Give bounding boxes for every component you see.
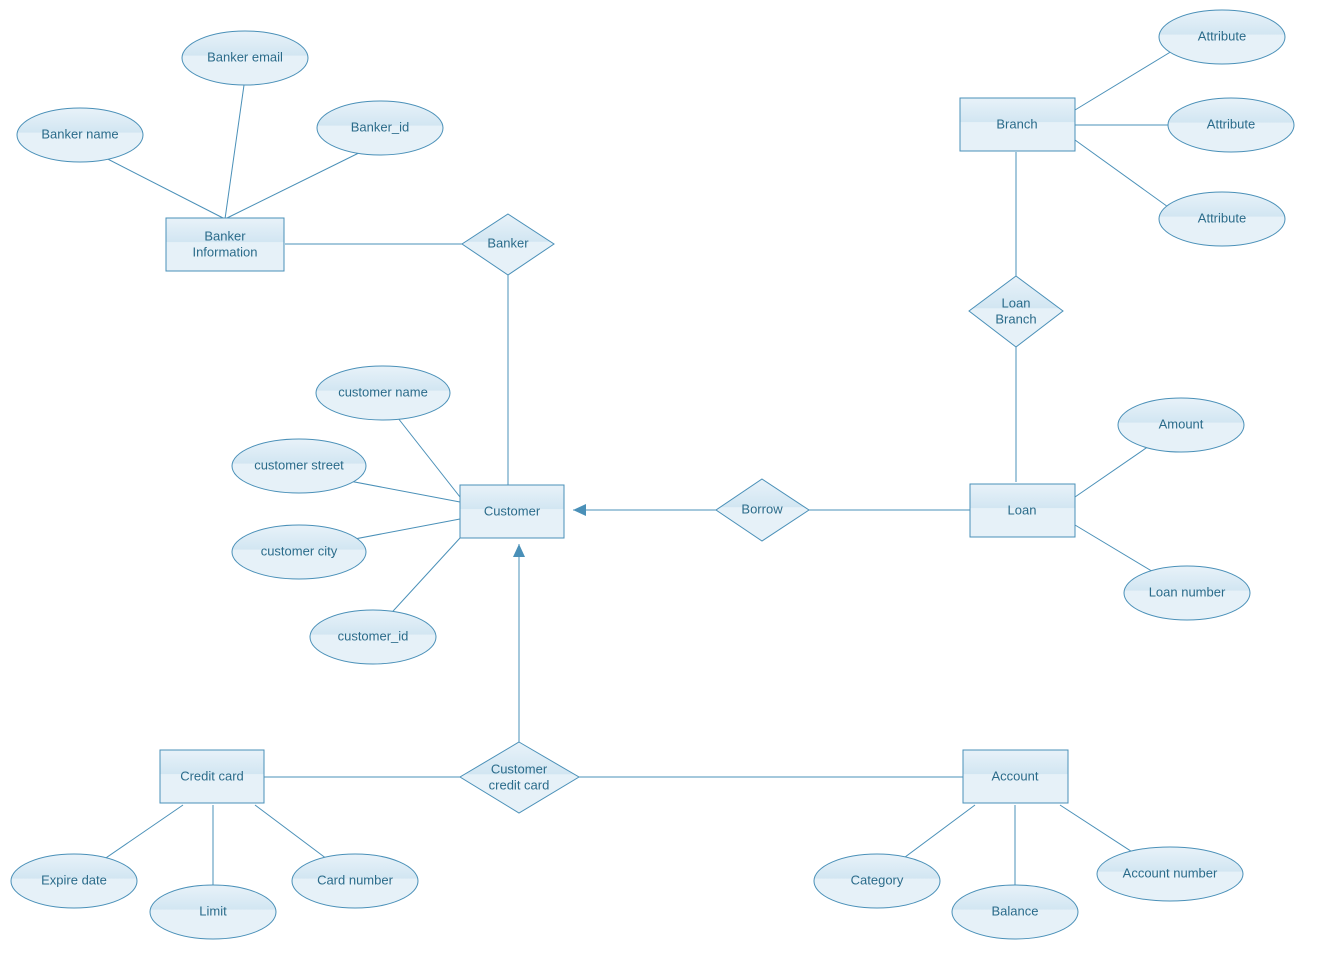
entity-credit-card: Credit card: [160, 750, 264, 803]
attribute-balance: Balance: [952, 885, 1078, 939]
attribute-branch-3: Attribute: [1159, 192, 1285, 246]
attribute-label: Expire date: [41, 872, 107, 887]
relationship-borrow: Borrow: [716, 479, 809, 541]
entity-label: Credit card: [180, 768, 244, 783]
attribute-label: Category: [851, 872, 904, 887]
relationship-label: Loan: [1002, 295, 1031, 310]
entity-branch: Branch: [960, 98, 1075, 151]
entity-label: Banker: [204, 228, 246, 243]
attribute-amount: Amount: [1118, 398, 1244, 452]
attribute-label: Attribute: [1207, 116, 1255, 131]
attribute-banker-name: Banker name: [17, 108, 143, 162]
entity-account: Account: [963, 750, 1068, 803]
attribute-label: Attribute: [1198, 28, 1246, 43]
entity-loan: Loan: [970, 484, 1075, 537]
relationship-customer-credit-card: Customer credit card: [460, 742, 579, 813]
attribute-banker-email: Banker email: [182, 31, 308, 85]
attribute-label: Balance: [992, 903, 1039, 918]
entity-label: Branch: [996, 116, 1037, 131]
relationship-label: Customer: [491, 761, 548, 776]
attribute-label: customer city: [261, 543, 338, 558]
attribute-customer-city: customer city: [232, 525, 366, 579]
attribute-label: Attribute: [1198, 210, 1246, 225]
attribute-label: Banker name: [41, 126, 118, 141]
attribute-card-number: Card number: [292, 854, 418, 908]
attribute-customer-id: customer_id: [310, 610, 436, 664]
attribute-label: customer street: [254, 457, 344, 472]
entity-banker-information: Banker Information: [166, 218, 284, 271]
attribute-label: Card number: [317, 872, 394, 887]
attribute-label: Banker email: [207, 49, 283, 64]
attribute-loan-number: Loan number: [1124, 566, 1250, 620]
er-diagram: Banker Information Customer Credit card …: [0, 0, 1333, 957]
entity-label: Customer: [484, 503, 541, 518]
attribute-label: Banker_id: [351, 119, 410, 134]
attribute-label: Loan number: [1149, 584, 1226, 599]
attribute-account-number: Account number: [1097, 847, 1243, 901]
attribute-customer-street: customer street: [232, 439, 366, 493]
attribute-expire-date: Expire date: [11, 854, 137, 908]
entity-customer: Customer: [460, 485, 564, 538]
attribute-branch-2: Attribute: [1168, 98, 1294, 152]
attribute-branch-1: Attribute: [1159, 10, 1285, 64]
attribute-label: customer_id: [338, 628, 409, 643]
relationship-label: credit card: [489, 777, 550, 792]
attribute-banker-id: Banker_id: [317, 101, 443, 155]
relationship-label: Borrow: [741, 501, 783, 516]
attribute-category: Category: [814, 854, 940, 908]
attribute-label: Account number: [1123, 865, 1218, 880]
relationship-banker: Banker: [462, 214, 554, 275]
attribute-label: Limit: [199, 903, 227, 918]
entity-label: Loan: [1008, 502, 1037, 517]
entity-label: Account: [992, 768, 1039, 783]
attribute-label: customer name: [338, 384, 428, 399]
attribute-customer-name: customer name: [316, 366, 450, 420]
attribute-label: Amount: [1159, 416, 1204, 431]
attribute-limit: Limit: [150, 885, 276, 939]
relationship-loan-branch: Loan Branch: [969, 276, 1063, 347]
entity-label: Information: [192, 244, 257, 259]
relationship-label: Branch: [995, 311, 1036, 326]
relationship-label: Banker: [487, 235, 529, 250]
